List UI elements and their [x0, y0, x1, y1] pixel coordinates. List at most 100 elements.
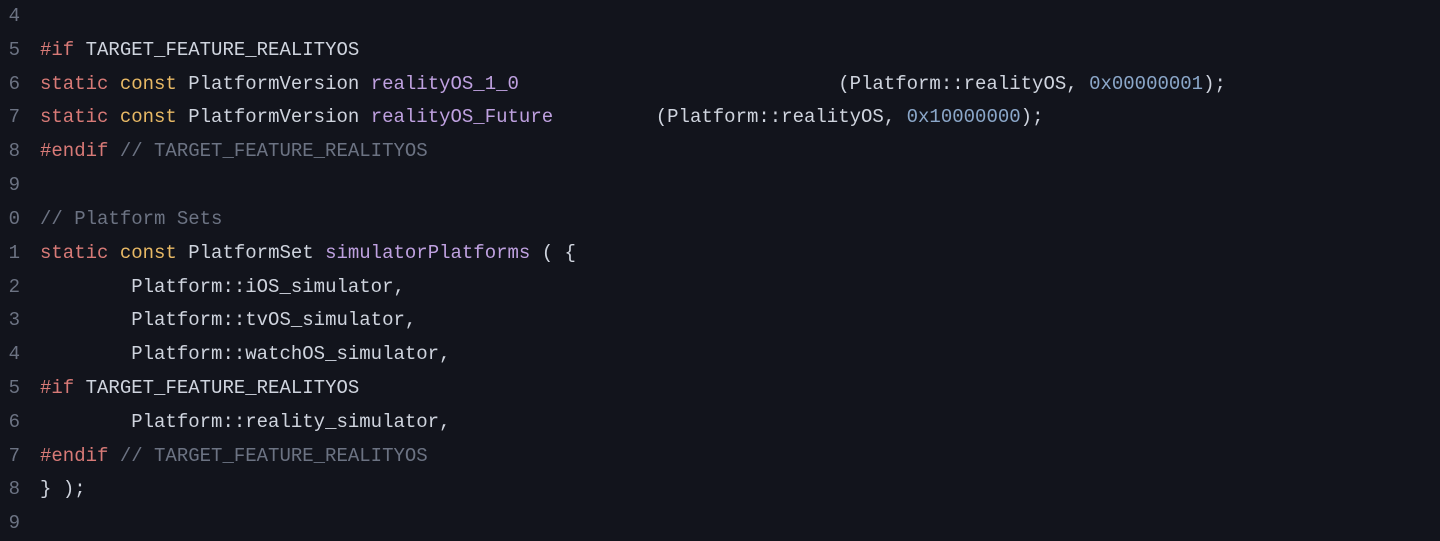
- token-paren: (: [542, 242, 553, 264]
- token-kw1: #endif: [40, 140, 108, 162]
- token-macro: TARGET_FEATURE_REALITYOS: [86, 39, 360, 61]
- code-content[interactable]: [30, 507, 1440, 541]
- code-line[interactable]: 8} );: [0, 473, 1440, 507]
- code-content[interactable]: #if TARGET_FEATURE_REALITYOS: [30, 34, 1440, 68]
- token-scope: ::: [222, 411, 245, 433]
- token-plain: [553, 106, 656, 128]
- token-kw1: #if: [40, 39, 74, 61]
- code-content[interactable]: static const PlatformSet simulatorPlatfo…: [30, 237, 1440, 271]
- token-namespace: Platform: [131, 411, 222, 433]
- code-content[interactable]: // Platform Sets: [30, 203, 1440, 237]
- gutter-line-number: 4: [0, 338, 30, 372]
- token-comment: // Platform Sets: [40, 208, 222, 230]
- token-namespace: Platform: [667, 106, 758, 128]
- token-namespace: watchOS_simulator: [245, 343, 439, 365]
- token-namespace: iOS_simulator: [245, 276, 393, 298]
- code-line[interactable]: 0 // Platform Sets: [0, 203, 1440, 237]
- code-line[interactable]: 9: [0, 169, 1440, 203]
- token-plain: [108, 445, 119, 467]
- code-line[interactable]: 8#endif // TARGET_FEATURE_REALITYOS: [0, 135, 1440, 169]
- token-paren: ): [1021, 106, 1032, 128]
- code-line[interactable]: 2 Platform::iOS_simulator,: [0, 271, 1440, 305]
- token-num: 0x00000001: [1089, 73, 1203, 95]
- token-ident: realityOS_1_0: [371, 73, 519, 95]
- code-content[interactable]: } );: [30, 473, 1440, 507]
- code-content[interactable]: [30, 169, 1440, 203]
- code-content[interactable]: #endif // TARGET_FEATURE_REALITYOS: [30, 440, 1440, 474]
- token-type: PlatformSet: [188, 242, 313, 264]
- code-line[interactable]: 6 Platform::reality_simulator,: [0, 406, 1440, 440]
- code-line[interactable]: 5#if TARGET_FEATURE_REALITYOS: [0, 34, 1440, 68]
- token-scope: ::: [941, 73, 964, 95]
- token-plain: ,: [405, 309, 416, 331]
- gutter-line-number: 8: [0, 135, 30, 169]
- gutter-line-number: 1: [0, 237, 30, 271]
- token-namespace: Platform: [131, 343, 222, 365]
- code-line[interactable]: 9: [0, 507, 1440, 541]
- gutter-line-number: 2: [0, 271, 30, 305]
- token-plain: ,: [439, 411, 450, 433]
- code-content[interactable]: Platform::iOS_simulator,: [30, 271, 1440, 305]
- token-plain: [74, 377, 85, 399]
- gutter-line-number: 7: [0, 440, 30, 474]
- token-namespace: tvOS_simulator: [245, 309, 405, 331]
- token-plain: [40, 276, 131, 298]
- code-line[interactable]: 6static const PlatformVersion realityOS_…: [0, 68, 1440, 102]
- token-plain: [359, 73, 370, 95]
- code-content[interactable]: #endif // TARGET_FEATURE_REALITYOS: [30, 135, 1440, 169]
- token-plain: [553, 242, 564, 264]
- gutter-line-number: 0: [0, 203, 30, 237]
- token-plain: [177, 106, 188, 128]
- token-plain: [40, 411, 131, 433]
- token-plain: ,: [439, 343, 450, 365]
- token-kw1: static: [40, 106, 108, 128]
- token-paren: }: [40, 478, 51, 500]
- token-plain: [40, 309, 131, 331]
- code-line[interactable]: 5#if TARGET_FEATURE_REALITYOS: [0, 372, 1440, 406]
- code-content[interactable]: static const PlatformVersion realityOS_F…: [30, 101, 1440, 135]
- token-kw1: #endif: [40, 445, 108, 467]
- gutter-line-number: 6: [0, 68, 30, 102]
- token-semi: ;: [1215, 73, 1226, 95]
- code-line[interactable]: 7#endif // TARGET_FEATURE_REALITYOS: [0, 440, 1440, 474]
- code-line[interactable]: 4: [0, 0, 1440, 34]
- code-content[interactable]: [30, 0, 1440, 34]
- code-content[interactable]: static const PlatformVersion realityOS_1…: [30, 68, 1440, 102]
- gutter-line-number: 8: [0, 473, 30, 507]
- token-kw2: const: [120, 242, 177, 264]
- token-semi: ;: [74, 478, 85, 500]
- code-content[interactable]: #if TARGET_FEATURE_REALITYOS: [30, 372, 1440, 406]
- token-plain: [314, 242, 325, 264]
- token-scope: ::: [758, 106, 781, 128]
- token-ident: simulatorPlatforms: [325, 242, 530, 264]
- token-plain: [108, 242, 119, 264]
- token-kw1: static: [40, 242, 108, 264]
- code-editor[interactable]: 4 5#if TARGET_FEATURE_REALITYOS6static c…: [0, 0, 1440, 535]
- gutter-line-number: 9: [0, 507, 30, 541]
- token-plain: [177, 242, 188, 264]
- token-paren: ): [63, 478, 74, 500]
- code-line[interactable]: 7static const PlatformVersion realityOS_…: [0, 101, 1440, 135]
- code-content[interactable]: Platform::tvOS_simulator,: [30, 304, 1440, 338]
- gutter-line-number: 3: [0, 304, 30, 338]
- token-plain: [74, 39, 85, 61]
- code-content[interactable]: Platform::reality_simulator,: [30, 406, 1440, 440]
- token-namespace: Platform: [131, 276, 222, 298]
- code-line[interactable]: 1static const PlatformSet simulatorPlatf…: [0, 237, 1440, 271]
- gutter-line-number: 5: [0, 372, 30, 406]
- token-paren: (: [656, 106, 667, 128]
- token-paren: (: [838, 73, 849, 95]
- token-plain: ,: [393, 276, 404, 298]
- code-line[interactable]: 3 Platform::tvOS_simulator,: [0, 304, 1440, 338]
- token-plain: [108, 140, 119, 162]
- token-plain: ,: [884, 106, 907, 128]
- token-plain: [108, 106, 119, 128]
- token-plain: [530, 242, 541, 264]
- token-comment: // TARGET_FEATURE_REALITYOS: [120, 140, 428, 162]
- code-line[interactable]: 4 Platform::watchOS_simulator,: [0, 338, 1440, 372]
- token-semi: ;: [1032, 106, 1043, 128]
- token-kw2: const: [120, 106, 177, 128]
- token-namespace: reality_simulator: [245, 411, 439, 433]
- code-content[interactable]: Platform::watchOS_simulator,: [30, 338, 1440, 372]
- token-plain: [40, 343, 131, 365]
